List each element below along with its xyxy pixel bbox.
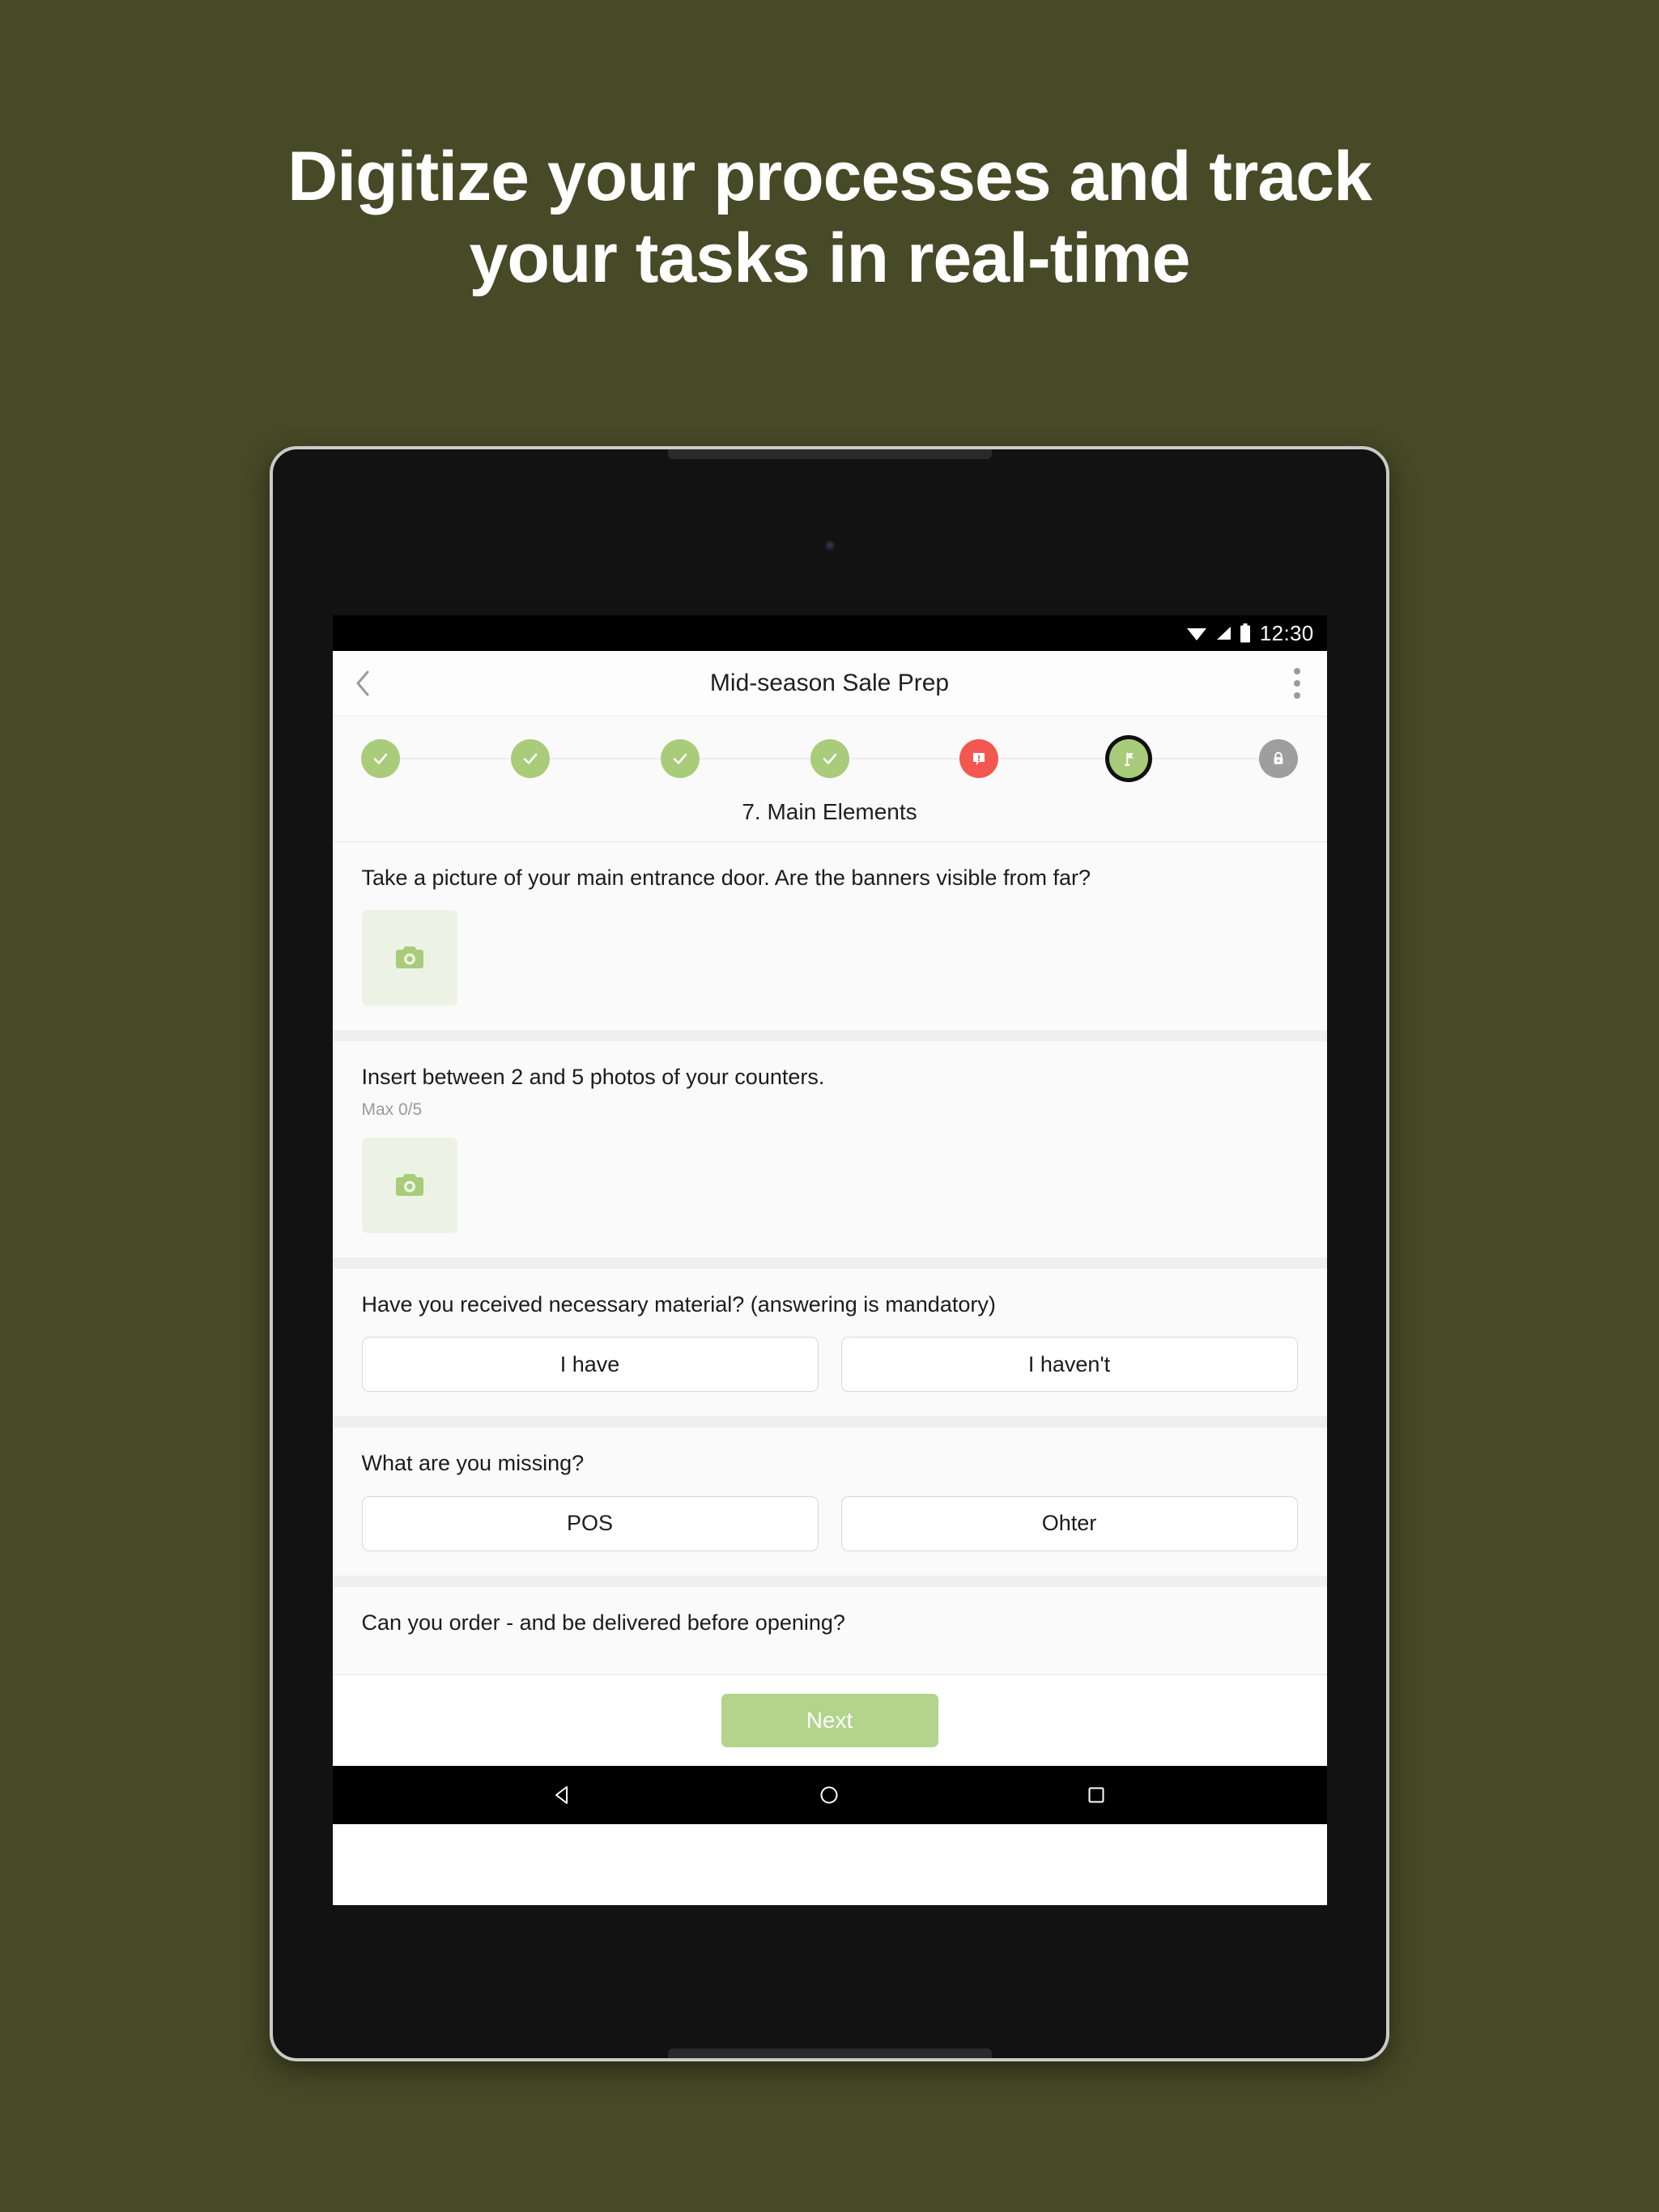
page-headline: Digitize your processes and track your t… [0, 136, 1659, 300]
android-status-bar: 12:30 [332, 615, 1327, 651]
choice-option-i-have[interactable]: I have [361, 1337, 819, 1393]
question-what-missing: What are you missing? POS Ohter [332, 1427, 1327, 1576]
stepper-track [333, 739, 1327, 778]
section-divider [332, 1416, 1327, 1428]
stepper-step-2[interactable] [511, 739, 551, 778]
check-icon [374, 753, 388, 764]
alert-comment-icon [973, 753, 985, 765]
form-footer: Next [332, 1674, 1327, 1767]
stepper-connector [1147, 758, 1259, 759]
stepper-connector [400, 758, 512, 759]
photo-upload-tile[interactable] [361, 1137, 457, 1233]
android-navigation-bar [332, 1766, 1327, 1825]
front-camera-lens-icon [824, 540, 835, 553]
camera-icon [395, 946, 423, 969]
choice-option-pos[interactable]: POS [361, 1495, 819, 1551]
section-divider [332, 1257, 1327, 1269]
question-order-delivery: Can you order - and be delivered before … [332, 1586, 1327, 1675]
photo-upload-tile[interactable] [361, 910, 457, 1006]
check-icon [523, 753, 538, 764]
choice-option-ohter[interactable]: Ohter [840, 1495, 1298, 1551]
section-divider [332, 1030, 1327, 1042]
question-material-received: Have you received necessary material? (a… [332, 1268, 1327, 1417]
next-button[interactable]: Next [721, 1694, 938, 1748]
chevron-left-icon [356, 670, 368, 696]
stepper-step-6-current[interactable] [1108, 739, 1148, 778]
question-photo-counter: Max 0/5 [361, 1100, 423, 1119]
choice-group: I have I haven't [361, 1337, 1298, 1393]
stepper-step-5[interactable] [959, 739, 999, 778]
headline-line-2: your tasks in real-time [469, 219, 1191, 298]
status-bar-clock: 12:30 [1259, 620, 1314, 645]
stepper-step-7-locked[interactable] [1258, 739, 1298, 778]
progress-stepper: 7. Main Elements [332, 717, 1327, 842]
choice-group: POS Ohter [361, 1495, 1298, 1551]
nav-recents-button[interactable] [1068, 1767, 1125, 1823]
stepper-connector [550, 758, 661, 759]
device-bottom-slot [667, 2048, 992, 2058]
overflow-menu-icon [1293, 680, 1300, 687]
nav-home-button[interactable] [801, 1767, 857, 1823]
choice-option-i-havent[interactable]: I haven't [840, 1337, 1298, 1393]
question-text: Insert between 2 and 5 photos of your co… [361, 1065, 825, 1090]
check-icon [823, 753, 836, 764]
circle-home-icon [820, 1786, 838, 1804]
stepper-connector [849, 758, 960, 759]
current-step-label: 7. Main Elements [742, 799, 917, 824]
section-divider [332, 1575, 1327, 1587]
question-text: Can you order - and be delivered before … [361, 1610, 845, 1635]
page-title: Mid-season Sale Prep [709, 670, 950, 696]
wifi-icon [1186, 628, 1206, 640]
camera-icon [395, 1173, 423, 1196]
question-text: Take a picture of your main entrance doo… [361, 866, 1091, 890]
question-entrance-photo: Take a picture of your main entrance doo… [332, 842, 1327, 1031]
cellular-signal-icon [1216, 627, 1231, 640]
check-icon [673, 753, 687, 764]
stepper-step-3[interactable] [660, 739, 700, 778]
app-bar: Mid-season Sale Prep [332, 651, 1327, 717]
overflow-menu-icon [1293, 692, 1300, 699]
stepper-connector [699, 758, 810, 759]
tablet-device-frame: 12:30 Mid-season Sale Prep 7. Main Eleme… [270, 446, 1389, 2061]
stepper-connector [998, 758, 1109, 759]
nav-back-button[interactable] [534, 1767, 591, 1823]
triangle-back-icon [555, 1786, 568, 1805]
stepper-step-1[interactable] [361, 739, 401, 778]
question-text: Have you received necessary material? (a… [361, 1291, 996, 1317]
headline-line-1: Digitize your processes and track [287, 138, 1372, 215]
square-recents-icon [1088, 1787, 1104, 1803]
device-top-speaker-slot [667, 449, 992, 459]
question-counter-photos: Insert between 2 and 5 photos of your co… [332, 1041, 1327, 1257]
stepper-step-4[interactable] [810, 739, 849, 778]
overflow-menu-icon [1293, 668, 1300, 674]
device-screen: 12:30 Mid-season Sale Prep 7. Main Eleme… [332, 615, 1327, 1905]
flag-icon [1124, 752, 1134, 767]
questionnaire-content: Take a picture of your main entrance doo… [332, 842, 1327, 1767]
overflow-menu-button[interactable] [1267, 668, 1327, 699]
back-button[interactable] [333, 670, 393, 697]
question-text: What are you missing? [361, 1451, 585, 1476]
lock-icon [1274, 751, 1283, 764]
battery-icon [1240, 623, 1250, 643]
